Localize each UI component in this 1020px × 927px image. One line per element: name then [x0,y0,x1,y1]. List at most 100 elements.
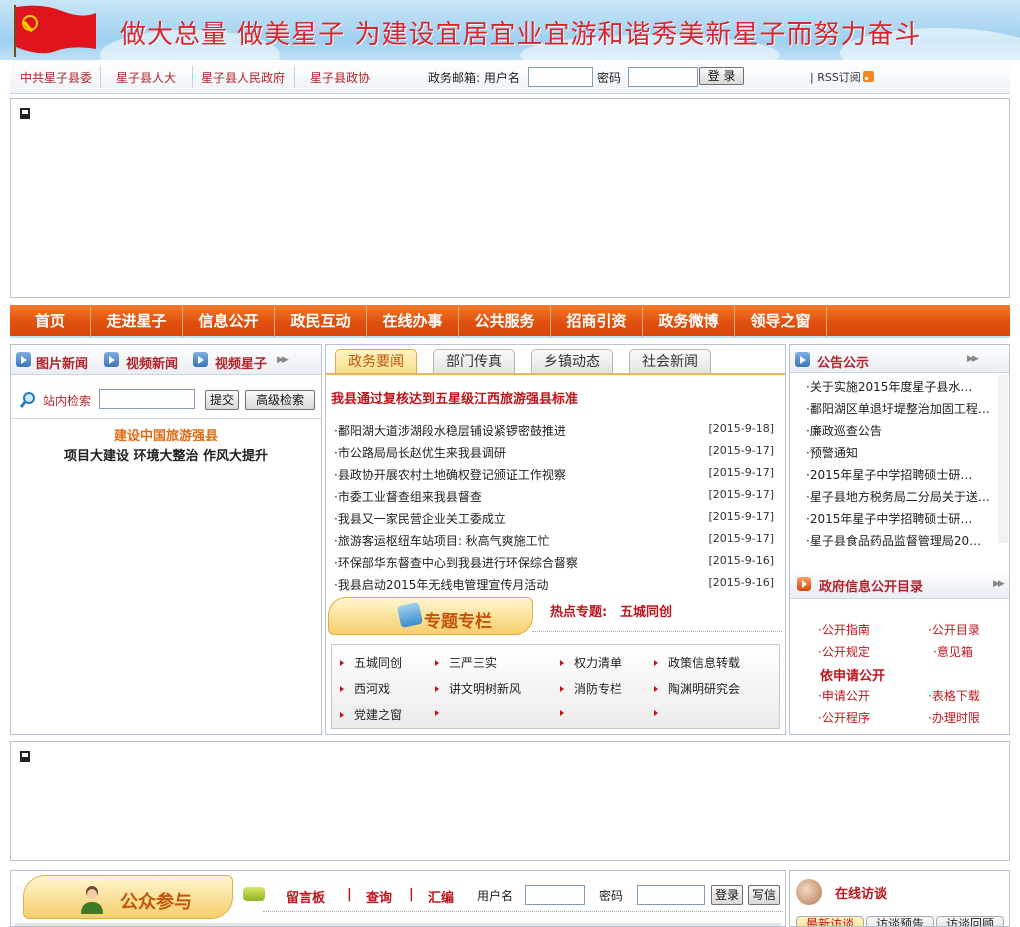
mail-password-input[interactable] [628,67,698,87]
news-title[interactable]: ·我县启动2015年无线电管理宣传月活动 [334,576,548,593]
search-input[interactable] [99,389,195,409]
special-topic-item[interactable]: 政策信息转载 [654,654,740,671]
link-cppcc[interactable]: 星子县政协 [310,69,370,86]
special-topic-item[interactable] [435,706,449,720]
news-item[interactable]: ·市委工业督查组来我县督查 [2015-9-17] [334,484,774,506]
participation-banner[interactable]: 公众参与 [23,875,233,919]
news-title[interactable]: ·环保部华东督查中心到我县进行环保综合督察 [334,554,578,571]
special-topic-item[interactable]: 五城同创 [340,654,402,671]
headline-news[interactable]: 我县通过复核达到五星级江西旅游强县标准 [331,388,578,407]
tab-interview-preview[interactable]: 访谈预告 [866,916,934,926]
special-topic-label[interactable]: 陶渊明研究会 [668,682,740,696]
notice-item[interactable]: ·关于实施2015年度星子县水… [806,378,991,395]
more-arrow-icon[interactable]: ▶▶ [993,579,1005,589]
link-apply-disclosure[interactable]: ·申请公开 [818,687,870,704]
notice-item[interactable]: ·2015年星子中学招聘硕士研… [806,510,991,527]
more-arrow-icon[interactable]: ▶▶ [967,354,979,364]
notice-scrollbar[interactable] [998,375,1008,543]
more-arrow-icon[interactable]: ▶▶ [277,355,289,365]
nav-home[interactable]: 首页 [10,305,91,338]
link-party-committee[interactable]: 中共星子县委 [20,69,92,86]
participation-login-button[interactable]: 登录 [711,885,743,905]
special-topics-banner[interactable]: 专题专栏 [328,597,533,635]
special-topic-item[interactable]: 西河戏 [340,680,390,697]
link-peoples-congress[interactable]: 星子县人大 [116,69,176,86]
search-submit-button[interactable]: 提交 [205,390,239,410]
nav-information-disclosure[interactable]: 信息公开 [183,305,275,338]
nav-public-services[interactable]: 公共服务 [459,305,551,338]
special-topic-item[interactable]: 讲文明树新风 [435,680,521,697]
advanced-search-button[interactable]: 高级检索 [245,390,315,410]
tab-interview-review[interactable]: 访谈回顾 [936,916,1004,926]
special-topic-item[interactable] [560,706,574,720]
link-form-download[interactable]: ·表格下载 [928,687,980,704]
nav-government-weibo[interactable]: 政务微博 [643,305,735,338]
nav-leaders-window[interactable]: 领导之窗 [735,305,827,338]
news-item[interactable]: ·县政协开展农村土地确权登记颁证工作视察 [2015-9-17] [334,462,774,484]
news-title[interactable]: ·县政协开展农村土地确权登记颁证工作视察 [334,466,566,483]
participation-password-input[interactable] [637,885,705,905]
tab-latest-interviews[interactable]: 最新访谈 [796,916,864,926]
notice-item[interactable]: ·星子县食品药品监督管理局20… [806,532,991,549]
link-suggestion-box[interactable]: ·意见箱 [933,643,973,660]
notice-item[interactable]: ·预警通知 [806,444,991,461]
special-topic-item[interactable] [654,706,668,720]
link-message-board[interactable]: 留言板 [286,887,325,906]
tab-video-news[interactable]: 视频新闻 [126,353,178,372]
nav-about-xingzi[interactable]: 走进星子 [91,305,183,338]
news-item[interactable]: ·市公路局局长赵优生来我县调研 [2015-9-17] [334,440,774,462]
notice-item[interactable]: ·鄱阳湖区单退圩堤整治加固工程… [806,400,991,417]
special-topic-label[interactable]: 权力清单 [574,656,622,670]
notice-item[interactable]: ·2015年星子中学招聘硕士研… [806,466,991,483]
special-topic-label[interactable]: 政策信息转载 [668,656,740,670]
special-topic-label[interactable]: 讲文明树新风 [449,682,521,696]
special-topic-item[interactable]: 权力清单 [560,654,622,671]
news-item[interactable]: ·鄱阳湖大道涉湖段水稳层铺设紧锣密鼓推进 [2015-9-18] [334,418,774,440]
tab-photo-news[interactable]: 图片新闻 [36,353,88,372]
special-topic-label[interactable]: 消防专栏 [574,682,622,696]
rss-subscribe-link[interactable]: | RSS订阅 [810,69,874,85]
tab-social-news[interactable]: 社会新闻 [629,349,711,373]
participation-title: 公众参与 [120,892,192,913]
nav-online-services[interactable]: 在线办事 [367,305,459,338]
news-item[interactable]: ·环保部华东督查中心到我县进行环保综合督察 [2015-9-16] [334,550,774,572]
news-item[interactable]: ·我县启动2015年无线电管理宣传月活动 [2015-9-16] [334,572,774,594]
mail-login-button[interactable]: 登 录 [699,67,744,85]
hot-topic-link[interactable]: 五城同创 [620,601,672,620]
tab-township-news[interactable]: 乡镇动态 [531,349,613,373]
tour-slogan: 建设中国旅游强县 [113,429,218,444]
special-topic-item[interactable]: 三严三实 [435,654,497,671]
special-topic-label[interactable]: 五城同创 [354,656,402,670]
news-title[interactable]: ·鄱阳湖大道涉湖段水稳层铺设紧锣密鼓推进 [334,422,566,439]
special-topic-item[interactable]: 陶渊明研究会 [654,680,740,697]
nav-public-interaction[interactable]: 政民互动 [275,305,367,338]
nav-investment[interactable]: 招商引资 [551,305,643,338]
special-topic-label[interactable]: 三严三实 [449,656,497,670]
link-county-government[interactable]: 星子县人民政府 [201,69,285,86]
news-title[interactable]: ·市委工业督查组来我县督查 [334,488,482,505]
link-disclosure-guide[interactable]: ·公开指南 [818,621,870,638]
participation-username-input[interactable] [525,885,585,905]
link-disclosure-catalog[interactable]: ·公开目录 [928,621,980,638]
link-disclosure-procedure[interactable]: ·公开程序 [818,709,870,726]
news-title[interactable]: ·我县又一家民营企业关工委成立 [334,510,506,527]
news-item[interactable]: ·旅游客运枢纽车站项目: 秋高气爽施工忙 [2015-9-17] [334,528,774,550]
news-title[interactable]: ·旅游客运枢纽车站项目: 秋高气爽施工忙 [334,532,550,549]
news-item[interactable]: ·我县又一家民营企业关工委成立 [2015-9-17] [334,506,774,528]
link-compilation[interactable]: 汇编 [428,887,454,906]
special-topic-label[interactable]: 党建之窗 [354,708,402,722]
tab-department-fax[interactable]: 部门传真 [433,349,515,373]
special-topic-item[interactable]: 党建之窗 [340,706,402,723]
link-processing-time[interactable]: ·办理时限 [928,709,980,726]
link-query[interactable]: 查询 [366,887,392,906]
mail-username-input[interactable] [528,67,593,87]
write-letter-button[interactable]: 写信 [748,885,780,905]
notice-item[interactable]: ·星子县地方税务局二分局关于送… [806,488,991,505]
link-disclosure-rules[interactable]: ·公开规定 [818,643,870,660]
special-topic-item[interactable]: 消防专栏 [560,680,622,697]
tab-government-news[interactable]: 政务要闻 [335,349,417,373]
notice-item[interactable]: ·廉政巡查公告 [806,422,991,439]
news-title[interactable]: ·市公路局局长赵优生来我县调研 [334,444,506,461]
tab-video-xingzi[interactable]: 视频星子 [215,353,267,372]
special-topic-label[interactable]: 西河戏 [354,682,390,696]
